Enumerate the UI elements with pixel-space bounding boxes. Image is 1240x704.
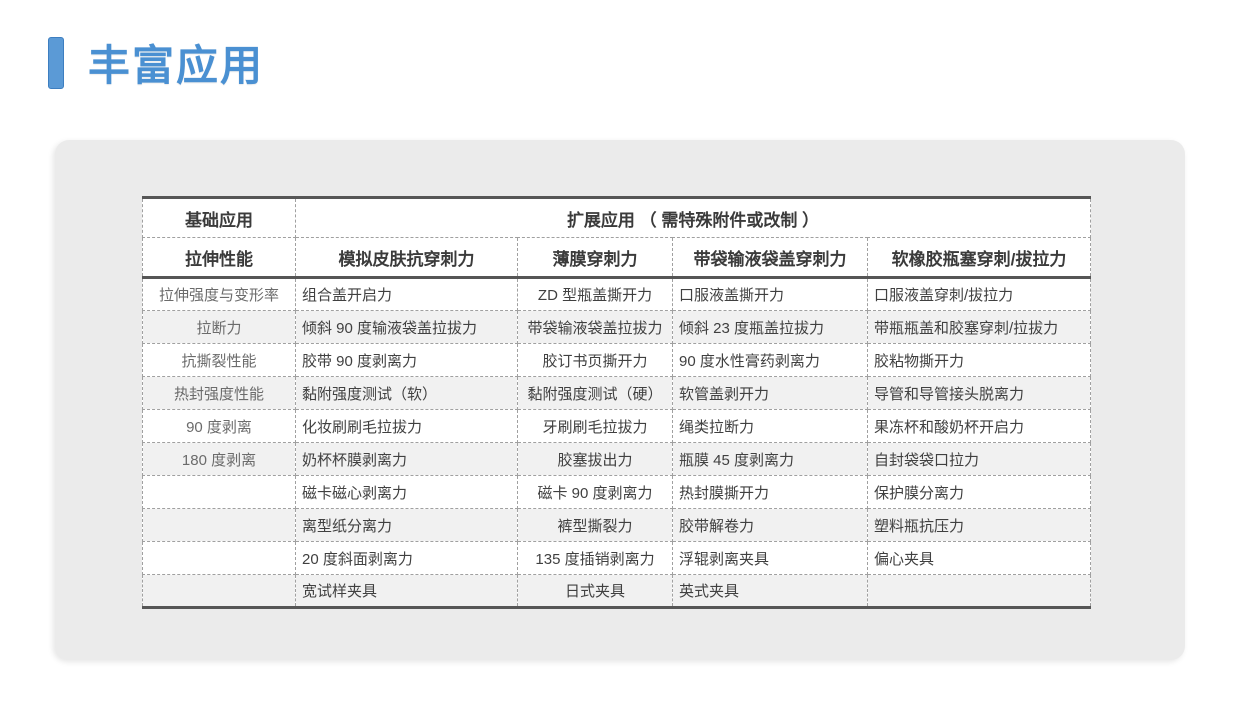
table-cell: 瓶膜 45 度剥离力	[673, 443, 868, 476]
table-cell: 英式夹具	[673, 575, 868, 608]
table-cell: 离型纸分离力	[296, 509, 518, 542]
table-cell: 化妆刷刷毛拉拔力	[296, 410, 518, 443]
column-header-tensile: 拉伸性能	[143, 238, 296, 278]
page-title: 丰富应用	[88, 32, 264, 93]
table-row: 离型纸分离力 裤型撕裂力 胶带解卷力 塑料瓶抗压力	[143, 509, 1091, 542]
table-row: 热封强度性能 黏附强度测试（软） 黏附强度测试（硬） 软管盖剥开力 导管和导管接…	[143, 377, 1091, 410]
table-row: 20 度斜面剥离力 135 度插销剥离力 浮辊剥离夹具 偏心夹具	[143, 542, 1091, 575]
table-cell: 胶粘物撕开力	[868, 344, 1091, 377]
table-cell: 塑料瓶抗压力	[868, 509, 1091, 542]
table-row: 磁卡磁心剥离力 磁卡 90 度剥离力 热封膜撕开力 保护膜分离力	[143, 476, 1091, 509]
table-row: 拉断力 倾斜 90 度输液袋盖拉拔力 带袋输液袋盖拉拔力 倾斜 23 度瓶盖拉拔…	[143, 311, 1091, 344]
header-extended-applications: 扩展应用 （ 需特殊附件或改制 ）	[296, 198, 1091, 238]
table-cell: 磁卡磁心剥离力	[296, 476, 518, 509]
table-cell: ZD 型瓶盖撕开力	[518, 278, 673, 311]
table-cell: 日式夹具	[518, 575, 673, 608]
content-card: 基础应用 扩展应用 （ 需特殊附件或改制 ） 拉伸性能 模拟皮肤抗穿刺力 薄膜穿…	[55, 140, 1185, 660]
table-cell: 牙刷刷毛拉拔力	[518, 410, 673, 443]
table-cell: 倾斜 23 度瓶盖拉拔力	[673, 311, 868, 344]
table-cell: 90 度剥离	[143, 410, 296, 443]
table-cell: 口服液盖撕开力	[673, 278, 868, 311]
table-cell: 热封强度性能	[143, 377, 296, 410]
table-cell: 导管和导管接头脱离力	[868, 377, 1091, 410]
table-cell: 黏附强度测试（硬）	[518, 377, 673, 410]
table-cell: 抗撕裂性能	[143, 344, 296, 377]
table-cell: 180 度剥离	[143, 443, 296, 476]
table-cell: 20 度斜面剥离力	[296, 542, 518, 575]
table-row: 宽试样夹具 日式夹具 英式夹具	[143, 575, 1091, 608]
table-cell: 浮辊剥离夹具	[673, 542, 868, 575]
table-cell	[143, 575, 296, 608]
table-cell: 胶塞拔出力	[518, 443, 673, 476]
table-cell: 宽试样夹具	[296, 575, 518, 608]
table-header-row-group: 基础应用 扩展应用 （ 需特殊附件或改制 ）	[143, 198, 1091, 238]
title-accent-bar	[48, 37, 64, 89]
table-cell: 黏附强度测试（软）	[296, 377, 518, 410]
table-cell: 裤型撕裂力	[518, 509, 673, 542]
table-cell: 热封膜撕开力	[673, 476, 868, 509]
table-cell	[143, 509, 296, 542]
table-cell: 组合盖开启力	[296, 278, 518, 311]
table-cell: 倾斜 90 度输液袋盖拉拔力	[296, 311, 518, 344]
table-cell: 绳类拉断力	[673, 410, 868, 443]
table-cell	[143, 476, 296, 509]
table-cell: 果冻杯和酸奶杯开启力	[868, 410, 1091, 443]
table-cell: 胶带解卷力	[673, 509, 868, 542]
table-cell: 偏心夹具	[868, 542, 1091, 575]
table-cell: 胶带 90 度剥离力	[296, 344, 518, 377]
title-block: 丰富应用	[48, 32, 264, 93]
column-header-bag-cap-puncture: 带袋输液袋盖穿刺力	[673, 238, 868, 278]
applications-table: 基础应用 扩展应用 （ 需特殊附件或改制 ） 拉伸性能 模拟皮肤抗穿刺力 薄膜穿…	[142, 196, 1091, 609]
table-row: 90 度剥离 化妆刷刷毛拉拔力 牙刷刷毛拉拔力 绳类拉断力 果冻杯和酸奶杯开启力	[143, 410, 1091, 443]
slide: 丰富应用 基础应用 扩展应用 （ 需特殊附件或改制 ） 拉伸性能 模拟皮肤抗穿刺…	[0, 0, 1240, 704]
table-cell	[868, 575, 1091, 608]
table-cell: 保护膜分离力	[868, 476, 1091, 509]
table-header-row-columns: 拉伸性能 模拟皮肤抗穿刺力 薄膜穿刺力 带袋输液袋盖穿刺力 软橡胶瓶塞穿刺/拔拉…	[143, 238, 1091, 278]
table-cell: 软管盖剥开力	[673, 377, 868, 410]
table-cell: 带瓶瓶盖和胶塞穿刺/拉拔力	[868, 311, 1091, 344]
table-cell: 90 度水性膏药剥离力	[673, 344, 868, 377]
column-header-film-puncture: 薄膜穿刺力	[518, 238, 673, 278]
table-cell: 胶订书页撕开力	[518, 344, 673, 377]
table-row: 180 度剥离 奶杯杯膜剥离力 胶塞拔出力 瓶膜 45 度剥离力 自封袋袋口拉力	[143, 443, 1091, 476]
table-cell: 自封袋袋口拉力	[868, 443, 1091, 476]
table-cell: 口服液盖穿刺/拔拉力	[868, 278, 1091, 311]
table-cell: 135 度插销剥离力	[518, 542, 673, 575]
table-row: 拉伸强度与变形率 组合盖开启力 ZD 型瓶盖撕开力 口服液盖撕开力 口服液盖穿刺…	[143, 278, 1091, 311]
table-cell	[143, 542, 296, 575]
table-cell: 磁卡 90 度剥离力	[518, 476, 673, 509]
table-row: 抗撕裂性能 胶带 90 度剥离力 胶订书页撕开力 90 度水性膏药剥离力 胶粘物…	[143, 344, 1091, 377]
column-header-skin-puncture: 模拟皮肤抗穿刺力	[296, 238, 518, 278]
table-cell: 奶杯杯膜剥离力	[296, 443, 518, 476]
table-cell: 带袋输液袋盖拉拔力	[518, 311, 673, 344]
column-header-rubber-stopper: 软橡胶瓶塞穿刺/拔拉力	[868, 238, 1091, 278]
table-cell: 拉伸强度与变形率	[143, 278, 296, 311]
table-cell: 拉断力	[143, 311, 296, 344]
header-basic-applications: 基础应用	[143, 198, 296, 238]
